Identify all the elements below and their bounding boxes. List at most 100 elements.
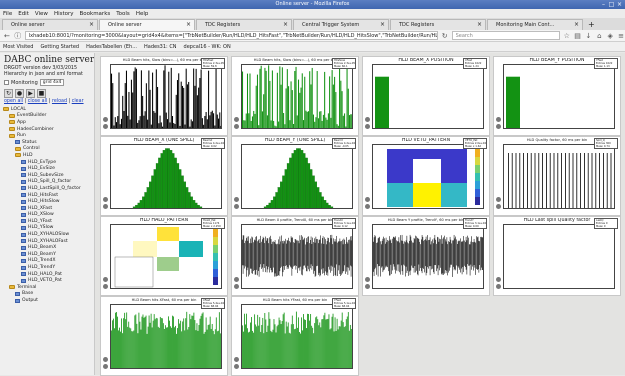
close-tab-icon[interactable]: × (477, 20, 482, 30)
toggle-grid-button[interactable] (496, 277, 501, 282)
tree-item[interactable]: HadesCombiner (3, 126, 94, 133)
save-image-button[interactable] (365, 284, 370, 289)
tree-item[interactable]: EventBuilder (3, 113, 94, 120)
save-image-button[interactable] (234, 124, 239, 129)
tab-5[interactable]: Monitoring Main Cont...× (487, 19, 583, 30)
toggle-grid-button[interactable] (496, 117, 501, 122)
save-image-button[interactable] (234, 284, 239, 289)
play-icon[interactable]: ▶ (26, 89, 35, 98)
menu-help[interactable]: Help (136, 11, 149, 17)
close-tab-icon[interactable]: × (89, 20, 94, 30)
info-icon[interactable]: ⓘ (14, 32, 22, 40)
histogram-panel[interactable]: HLD Beam Y profile, TrendY, 60 ms per bi… (362, 216, 490, 296)
tree-item[interactable]: HLD_HitsSlow (3, 198, 94, 205)
save-image-button[interactable] (365, 124, 370, 129)
bookmark-depcal16[interactable]: depcal16 - WK: ON (184, 44, 231, 50)
tree-item[interactable]: App (3, 119, 94, 126)
clear-link[interactable]: clear (72, 99, 84, 104)
menu-view[interactable]: View (35, 11, 48, 17)
tree-item[interactable]: HLD_XFast (3, 205, 94, 212)
bookmark-getting-started[interactable]: Getting Started (40, 44, 79, 50)
tree-item[interactable]: HLD_TrendY (3, 264, 94, 271)
plot-area[interactable] (241, 144, 353, 209)
new-tab-button[interactable]: + (584, 20, 595, 30)
download-icon[interactable]: ↓ (585, 32, 593, 40)
plot-area[interactable] (503, 224, 615, 289)
pocket-icon[interactable]: ◈ (606, 32, 614, 40)
menu-bookmarks[interactable]: Bookmarks (80, 11, 111, 17)
tree-item[interactable]: HLD_XYHALOSlow (3, 231, 94, 238)
toggle-grid-button[interactable] (365, 117, 370, 122)
back-arrow-icon[interactable]: ← (3, 32, 11, 40)
toggle-grid-button[interactable] (365, 197, 370, 202)
tree-item[interactable]: HLD_XSlow (3, 212, 94, 219)
plot-area[interactable] (241, 64, 353, 129)
tab-4[interactable]: TDC Registers× (390, 19, 486, 30)
save-image-button[interactable] (234, 204, 239, 209)
plot-area[interactable] (503, 144, 615, 209)
bullet-icon[interactable]: ● (15, 89, 24, 98)
tree-item[interactable]: HLD_Spill_Q_factor (3, 179, 94, 186)
tree-item[interactable]: Control (3, 146, 94, 153)
menu-file[interactable]: File (3, 11, 12, 17)
tree-item[interactable]: Output (3, 297, 94, 304)
plot-area[interactable] (241, 224, 353, 289)
save-image-button[interactable] (103, 204, 108, 209)
tree-item[interactable]: HLD_BeamX (3, 244, 94, 251)
toggle-grid-button[interactable] (103, 357, 108, 362)
close-all-link[interactable]: close all (28, 99, 48, 104)
tree-item[interactable]: LOCAL (3, 106, 94, 113)
toggle-grid-button[interactable] (234, 197, 239, 202)
save-image-button[interactable] (103, 124, 108, 129)
minimize-button[interactable]: – (600, 1, 607, 8)
save-image-button[interactable] (103, 364, 108, 369)
url-field[interactable]: lxhadeb10:8001/?monitoring=3000&layout=g… (25, 31, 438, 40)
histogram-panel[interactable]: HLD HALO_PATTERNHALO_Pat Entries 1174 Me… (100, 216, 228, 296)
save-image-button[interactable] (496, 204, 501, 209)
histogram-panel[interactable]: HLD Quality factor, 60 ms per binSpill_Q… (493, 136, 621, 216)
histogram-panel[interactable]: HLD BEAM_Y POSITIONYFast Entries 1022 Me… (493, 56, 621, 136)
tree-item[interactable]: HLD_BeamY (3, 251, 94, 258)
tab-1[interactable]: Online server× (99, 19, 195, 30)
save-image-button[interactable] (234, 364, 239, 369)
histogram-panel[interactable]: HLD Beam hits YFast, 60 ms per binYFast … (231, 296, 359, 376)
tree-item[interactable]: HLD_XYHALOFast (3, 238, 94, 245)
menu-edit[interactable]: Edit (18, 11, 29, 17)
tree-item[interactable]: HLD_HALO_Pat (3, 271, 94, 278)
plot-area[interactable] (372, 64, 484, 129)
save-image-button[interactable] (103, 284, 108, 289)
tree-item[interactable]: HLD_SubevSize (3, 172, 94, 179)
menu-tools[interactable]: Tools (116, 11, 130, 17)
tree-item[interactable]: HLD_TrendX (3, 258, 94, 265)
tab-0[interactable]: Online server× (2, 19, 98, 30)
toggle-grid-button[interactable] (234, 277, 239, 282)
save-image-button[interactable] (365, 204, 370, 209)
histogram-panel[interactable]: HLD BEAM_Y (ONE SPILL)BeamY Entries 4.2e… (231, 136, 359, 216)
histogram-panel[interactable]: HLD BEAM_X (ONE SPILL)BeamX Entries 4.2e… (100, 136, 228, 216)
reload-link[interactable]: reload (52, 99, 67, 104)
toggle-grid-button[interactable] (103, 197, 108, 202)
plot-area[interactable] (110, 144, 222, 209)
bookmark-most-visited[interactable]: Most Visited (3, 44, 33, 50)
tree-item[interactable]: Base (3, 291, 94, 298)
plot-area[interactable] (110, 224, 222, 289)
plot-area[interactable] (241, 304, 353, 369)
hamburger-menu-icon[interactable]: ≡ (617, 32, 625, 40)
toggle-grid-button[interactable] (234, 117, 239, 122)
search-input[interactable]: Search (452, 31, 560, 40)
plot-area[interactable] (110, 304, 222, 369)
bookmark-hades31[interactable]: Hades31: CN (144, 44, 177, 50)
tree-item[interactable]: HLD_EvSize (3, 165, 94, 172)
close-tab-icon[interactable]: × (283, 20, 288, 30)
open-all-link[interactable]: open all (4, 99, 23, 104)
star-icon[interactable]: ☆ (563, 32, 571, 40)
tree-item[interactable]: HLD_YSlow (3, 225, 94, 232)
close-window-button[interactable]: × (616, 1, 623, 8)
close-tab-icon[interactable]: × (186, 20, 191, 30)
toggle-grid-button[interactable] (234, 357, 239, 362)
stop-icon[interactable]: ■ (37, 89, 46, 98)
toggle-grid-button[interactable] (496, 197, 501, 202)
tree-item[interactable]: HLD_EvType (3, 159, 94, 166)
histogram-panel[interactable]: HLD Beam hits, Slow (bins=...), 60 ms pe… (100, 56, 228, 136)
toggle-grid-button[interactable] (365, 277, 370, 282)
